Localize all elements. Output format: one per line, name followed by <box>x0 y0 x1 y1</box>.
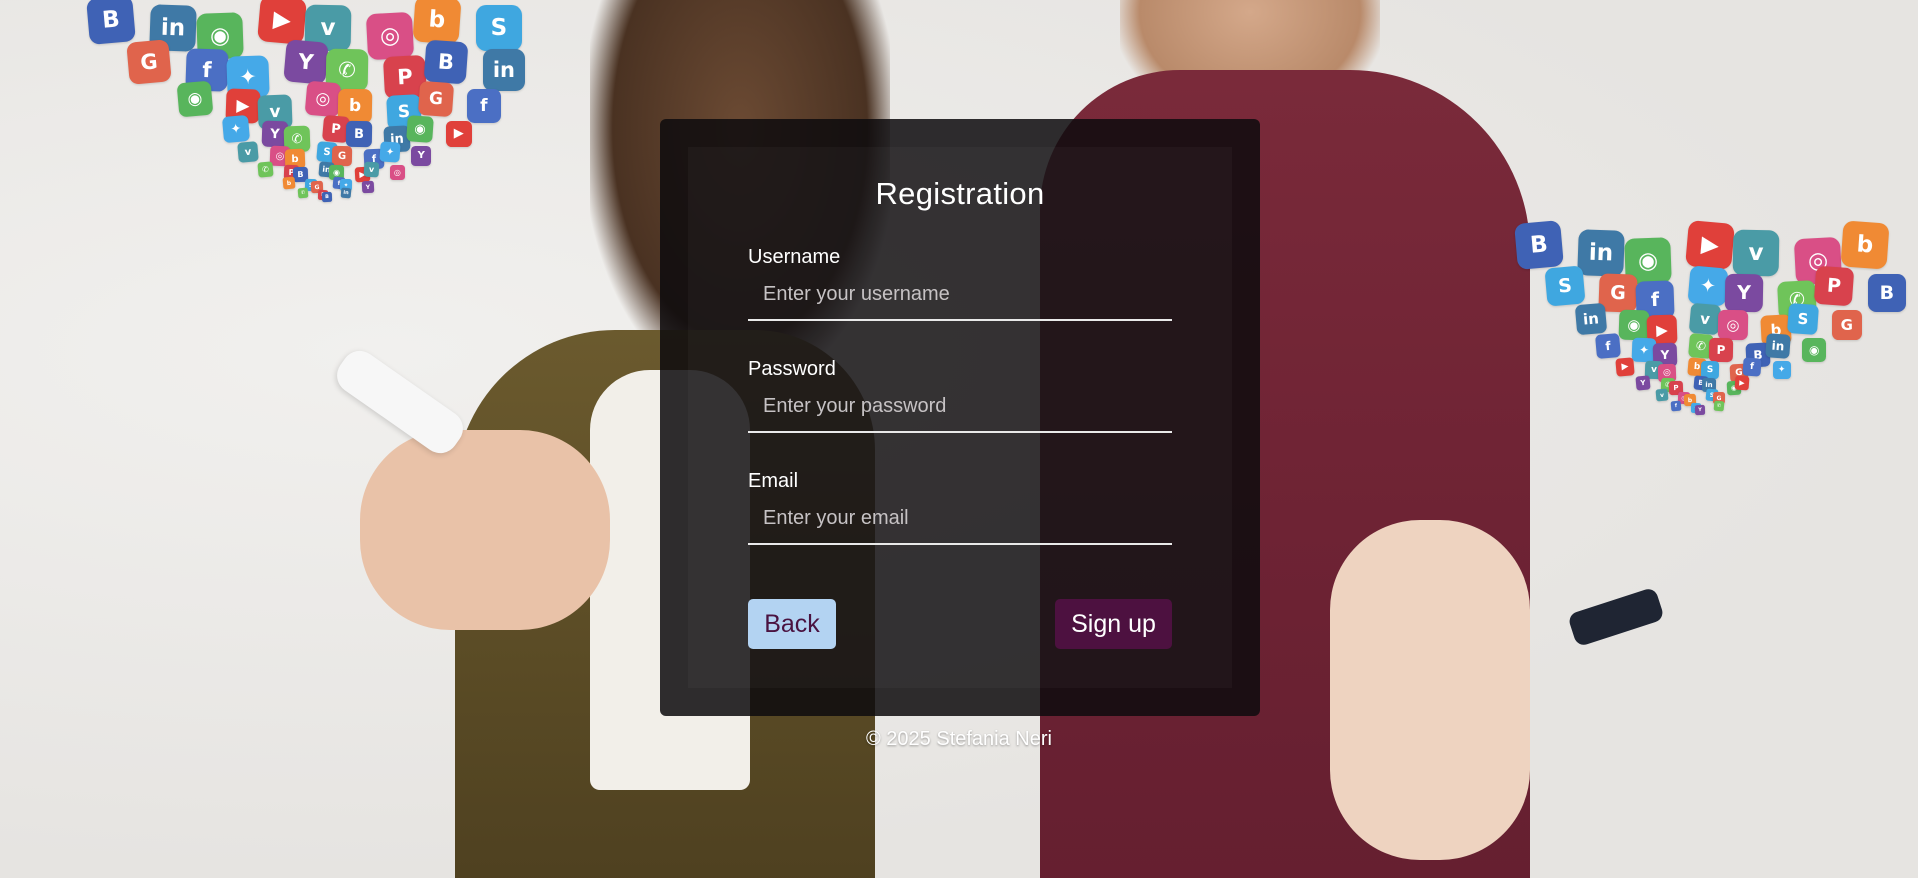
email-field-group: Email <box>748 470 1172 545</box>
youtube-icon: ▶ <box>1615 357 1635 377</box>
twitter-icon: ✦ <box>1686 265 1729 307</box>
google-plus-icon: G <box>332 145 353 166</box>
whatsapp-icon: ✆ <box>1713 400 1725 412</box>
email-label: Email <box>748 470 799 492</box>
pinterest-icon: P <box>1709 338 1734 363</box>
vimeo-icon: v <box>1732 229 1780 277</box>
line-icon: ◉ <box>1802 338 1827 363</box>
username-label: Username <box>748 246 841 268</box>
facebook-icon: f <box>1594 332 1622 359</box>
skype-icon: S <box>1787 303 1820 336</box>
instagram-icon: ◎ <box>304 81 342 118</box>
google-plus-icon: G <box>417 81 454 118</box>
linkedin-icon: in <box>1765 333 1791 359</box>
behance-icon: B <box>423 39 469 85</box>
page-title: Registration <box>875 176 1045 211</box>
blogger-icon: b <box>282 176 296 190</box>
youtube-icon: ▶ <box>1734 375 1750 391</box>
vimeo-icon: v <box>237 141 259 163</box>
instagram-icon: ◎ <box>1717 309 1748 341</box>
back-button[interactable]: Back <box>748 599 836 649</box>
linkedin-icon: in <box>482 48 525 91</box>
instagram-icon: ◎ <box>366 12 415 61</box>
yahoo-icon: Y <box>1635 375 1651 391</box>
youtube-icon: ▶ <box>1684 219 1735 270</box>
behance-icon: B <box>86 0 136 45</box>
skype-icon: S <box>1544 265 1586 307</box>
yahoo-icon: Y <box>411 145 432 166</box>
woman-hands <box>360 430 610 630</box>
blogger-icon: b <box>412 0 462 45</box>
yahoo-icon: Y <box>1725 273 1764 313</box>
email-input[interactable] <box>748 503 1172 545</box>
twitter-icon: ✦ <box>221 115 251 144</box>
man-arm <box>1330 520 1530 860</box>
username-input[interactable] <box>748 279 1172 321</box>
twitter-icon: ✦ <box>378 141 401 163</box>
yahoo-icon: Y <box>282 39 329 85</box>
registration-card: Registration Username Password Email Bac… <box>660 119 1260 716</box>
whatsapp-icon: ✆ <box>257 161 274 178</box>
behance-icon: B <box>321 191 332 203</box>
linkedin-icon: in <box>1577 229 1626 277</box>
vimeo-icon: v <box>363 161 380 178</box>
yahoo-icon: Y <box>361 180 375 194</box>
instagram-icon: ◎ <box>389 164 405 180</box>
facebook-icon: f <box>1742 357 1763 377</box>
line-icon: ◉ <box>406 115 434 144</box>
google-plus-icon: G <box>1831 309 1862 340</box>
blogger-icon: b <box>1840 220 1890 270</box>
password-label: Password <box>748 358 836 380</box>
behance-icon: B <box>1514 219 1564 270</box>
footer-copyright: © 2025 Stefania Neri <box>866 728 1052 750</box>
whatsapp-icon: ✆ <box>297 188 309 199</box>
facebook-icon: f <box>466 88 501 123</box>
google-plus-icon: G <box>126 39 172 85</box>
password-field-group: Password <box>748 358 1172 433</box>
vimeo-icon: v <box>1655 388 1669 402</box>
signup-button[interactable]: Sign up <box>1055 599 1172 649</box>
facebook-icon: f <box>1670 400 1682 412</box>
skype-icon: S <box>475 5 522 51</box>
youtube-icon: ▶ <box>445 120 472 147</box>
behance-icon: B <box>1867 273 1906 312</box>
pinterest-icon: P <box>1813 265 1855 307</box>
behance-icon: B <box>345 120 372 148</box>
username-field-group: Username <box>748 246 1172 321</box>
line-icon: ◉ <box>176 81 214 118</box>
linkedin-icon: in <box>340 188 352 199</box>
password-input[interactable] <box>748 391 1172 433</box>
twitter-icon: ✦ <box>1772 361 1791 380</box>
line-icon: ◉ <box>1618 309 1650 341</box>
yahoo-icon: Y <box>1694 404 1705 415</box>
linkedin-icon: in <box>1574 303 1608 336</box>
vimeo-icon: v <box>1688 303 1722 336</box>
youtube-icon: ▶ <box>256 0 307 45</box>
